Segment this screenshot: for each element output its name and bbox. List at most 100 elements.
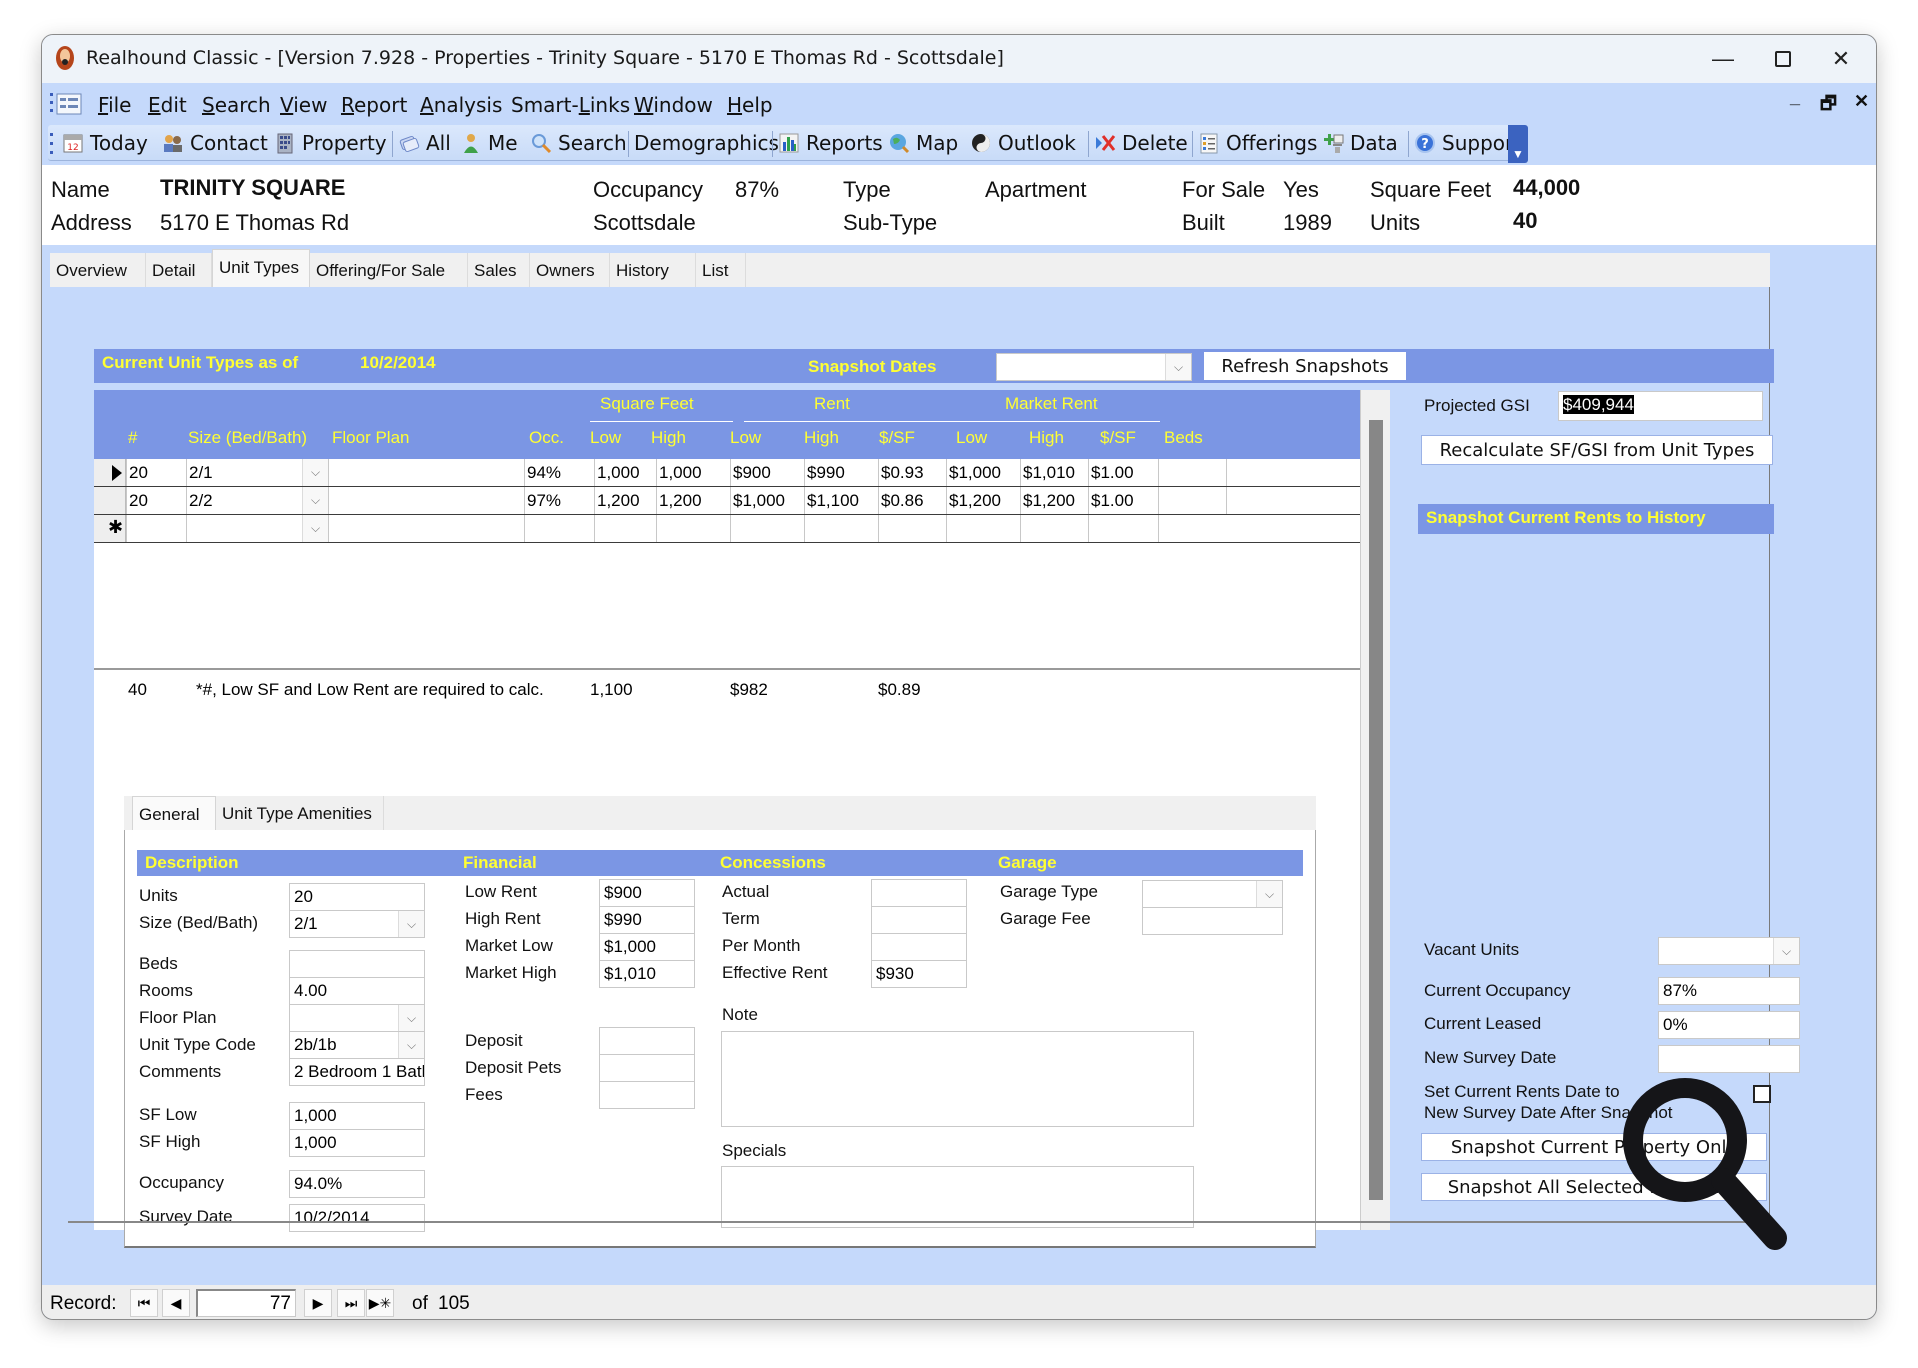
market-low-field[interactable]: $1,000 [599, 933, 695, 961]
next-record-button[interactable]: ▶ [304, 1289, 332, 1317]
sf-high-field[interactable]: 1,000 [289, 1129, 425, 1157]
rooms-field[interactable]: 4.00 [289, 977, 425, 1005]
cell-occ[interactable]: 97% [524, 487, 588, 514]
cell-sf-low[interactable] [594, 515, 656, 542]
vacant-units-select[interactable]: ⌵ [1658, 937, 1800, 965]
snapshot-current-property-button[interactable]: Snapshot Current Property Only [1421, 1133, 1767, 1161]
menu-help[interactable]: Help [727, 93, 773, 117]
toolbar-overflow-button[interactable]: ▼ [1508, 125, 1528, 163]
cell-num[interactable]: 20 [126, 487, 186, 514]
tab-sales[interactable]: Sales [468, 253, 530, 287]
market-high-field[interactable]: $1,010 [599, 960, 695, 988]
floor-plan-select[interactable]: ⌵ [289, 1004, 425, 1032]
new-record-button[interactable]: ▶✳ [366, 1289, 394, 1317]
tab-detail[interactable]: Detail [146, 253, 212, 287]
cell-beds[interactable] [1158, 459, 1226, 486]
toolbar-property-button[interactable]: Property [274, 129, 387, 157]
refresh-snapshots-button[interactable]: Refresh Snapshots [1204, 352, 1406, 380]
toolbar-all-button[interactable]: All [398, 129, 451, 157]
tab-overview[interactable]: Overview [50, 253, 146, 287]
cell-num[interactable]: 20 [126, 459, 186, 486]
cell-rent-high[interactable]: $1,100 [804, 487, 878, 514]
chevron-down-icon[interactable]: ⌵ [302, 487, 328, 514]
current-occupancy-field[interactable]: 87% [1658, 977, 1800, 1005]
cell-sf-low[interactable]: 1,000 [594, 459, 656, 486]
specials-textarea[interactable] [721, 1166, 1194, 1228]
fees-field[interactable] [599, 1081, 695, 1109]
term-field[interactable] [871, 906, 967, 934]
chevron-down-icon[interactable]: ⌵ [398, 1032, 424, 1058]
cell-rent-low[interactable] [730, 515, 804, 542]
toolbar-me-button[interactable]: Me [460, 129, 518, 157]
cell-mkt-low[interactable]: $1,200 [946, 487, 1020, 514]
toolbar-contact-button[interactable]: Contact [162, 129, 268, 157]
subtab-general[interactable]: General [132, 796, 216, 830]
chevron-down-icon[interactable]: ⌵ [398, 911, 424, 937]
effective-rent-field[interactable]: $930 [871, 960, 967, 988]
menu-report[interactable]: Report [341, 93, 407, 117]
occupancy-field[interactable]: 94.0% [289, 1170, 425, 1198]
row-selector[interactable]: ✱ [94, 515, 126, 542]
toolbar-delete-button[interactable]: Delete [1094, 129, 1188, 157]
cell-beds[interactable] [1158, 515, 1226, 542]
recalculate-sf-gsi-button[interactable]: Recalculate SF/GSI from Unit Types [1421, 435, 1773, 465]
cell-rent-low[interactable]: $900 [730, 459, 804, 486]
cell-mkt-high[interactable]: $1,010 [1020, 459, 1088, 486]
tab-unit-types[interactable]: Unit Types [212, 249, 310, 287]
cell-num[interactable] [126, 515, 186, 542]
cell-rent-psf[interactable] [878, 515, 946, 542]
cell-mkt-psf[interactable]: $1.00 [1088, 487, 1158, 514]
cell-size[interactable]: 2/2 ⌵ [186, 487, 328, 514]
toolbar-demographics-button[interactable]: Demographics [634, 129, 779, 157]
mdi-close-button[interactable]: ✕ [1854, 91, 1869, 112]
garage-type-select[interactable]: ⌵ [1142, 880, 1283, 908]
units-field[interactable]: 20 [289, 883, 425, 911]
cell-floor-plan[interactable] [328, 487, 518, 514]
cell-floor-plan[interactable] [328, 459, 518, 486]
snapshot-dates-select[interactable]: ⌵ [996, 353, 1192, 381]
chevron-down-icon[interactable]: ⌵ [1773, 938, 1799, 964]
chevron-down-icon[interactable]: ⌵ [398, 1005, 424, 1031]
maximize-button[interactable] [1758, 41, 1808, 77]
chevron-down-icon[interactable]: ⌵ [1165, 354, 1191, 380]
size-select[interactable]: 2/1 ⌵ [289, 910, 425, 938]
deposit-field[interactable] [599, 1027, 695, 1055]
cell-floor-plan[interactable] [328, 515, 518, 542]
comments-field[interactable]: 2 Bedroom 1 Bath [289, 1058, 425, 1086]
toolbar-grip-icon[interactable] [50, 131, 54, 157]
cell-sf-high[interactable] [656, 515, 724, 542]
cell-mkt-high[interactable]: $1,200 [1020, 487, 1088, 514]
menu-file[interactable]: File [98, 93, 131, 117]
tab-offering-for-sale[interactable]: Offering/For Sale [310, 253, 468, 287]
menu-smart-links[interactable]: Smart-Links [511, 93, 630, 117]
close-button[interactable]: ✕ [1816, 41, 1866, 77]
minimize-button[interactable]: — [1698, 41, 1748, 77]
tab-owners[interactable]: Owners [530, 253, 610, 287]
cell-occ[interactable]: 94% [524, 459, 588, 486]
new-table-row[interactable]: ✱ ⌵ [94, 515, 1360, 543]
record-number-input[interactable]: 77 [196, 1289, 296, 1317]
new-survey-date-field[interactable] [1658, 1045, 1800, 1073]
tab-list[interactable]: List [696, 253, 746, 287]
chevron-down-icon[interactable]: ⌵ [302, 515, 328, 542]
deposit-pets-field[interactable] [599, 1054, 695, 1082]
toolbar-data-button[interactable]: Data [1322, 129, 1398, 157]
row-selector[interactable] [94, 487, 126, 514]
toolbar-support-button[interactable]: ? Support [1414, 129, 1521, 157]
mdi-minimize-button[interactable]: _ [1790, 87, 1800, 108]
garage-fee-field[interactable] [1142, 907, 1283, 935]
menu-window[interactable]: Window [634, 93, 713, 117]
cell-size[interactable]: ⌵ [186, 515, 328, 542]
note-textarea[interactable] [721, 1031, 1194, 1127]
cell-mkt-high[interactable] [1020, 515, 1088, 542]
set-rents-date-checkbox[interactable] [1753, 1085, 1771, 1103]
first-record-button[interactable]: ⏮ [130, 1289, 158, 1317]
toolbar-search-button[interactable]: Search [530, 129, 627, 157]
current-leased-field[interactable]: 0% [1658, 1011, 1800, 1039]
actual-field[interactable] [871, 879, 967, 907]
previous-record-button[interactable]: ◀ [162, 1289, 190, 1317]
cell-size[interactable]: 2/1 ⌵ [186, 459, 328, 486]
snapshot-all-selected-button[interactable]: Snapshot All Selected Properties [1421, 1173, 1767, 1201]
cell-sf-high[interactable]: 1,200 [656, 487, 724, 514]
cell-mkt-low[interactable]: $1,000 [946, 459, 1020, 486]
